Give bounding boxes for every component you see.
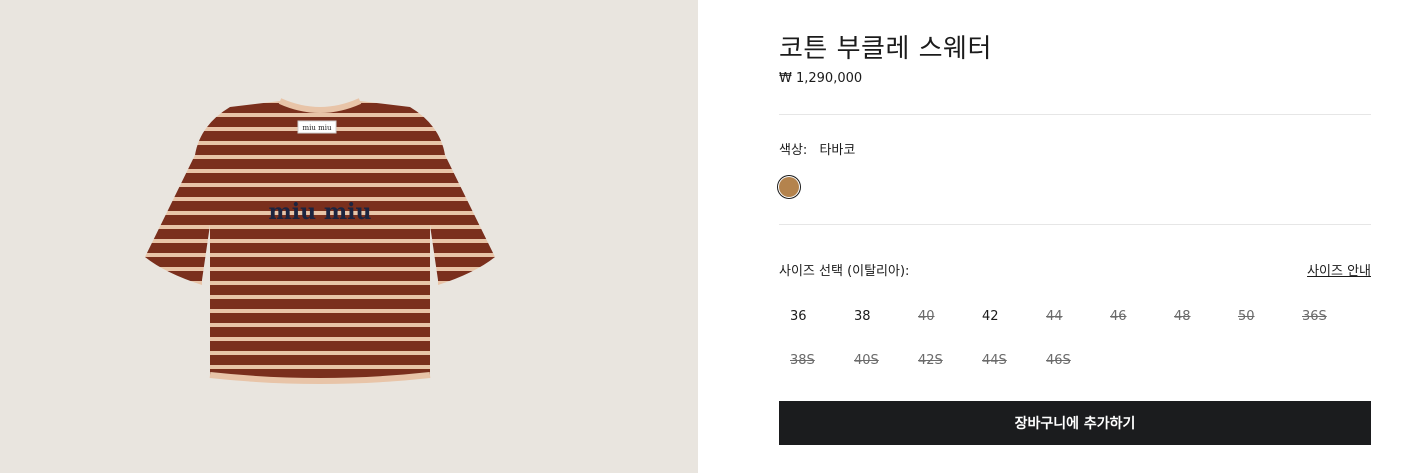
size-option[interactable]: 44S (971, 350, 1035, 372)
size-option[interactable]: 42S (907, 350, 971, 372)
size-option[interactable]: 36S (1291, 306, 1355, 328)
size-option[interactable]: 50 (1227, 306, 1291, 328)
color-row: 색상: 타바코 (779, 139, 855, 158)
size-option[interactable]: 42 (971, 306, 1035, 328)
size-option[interactable]: 36 (779, 306, 843, 328)
size-option[interactable]: 40S (843, 350, 907, 372)
chest-logo: miu miu (269, 199, 372, 225)
size-option[interactable]: 46 (1099, 306, 1163, 328)
size-option[interactable]: 46S (1035, 350, 1099, 372)
product-details: 코튼 부클레 스웨터 ₩ 1,290,000 색상: 타바코 사이즈 선택 (이… (779, 0, 1371, 473)
color-value: 타바코 (819, 143, 856, 158)
size-option[interactable]: 38S (779, 350, 843, 372)
divider (779, 114, 1371, 115)
label-logo: miu miu (303, 124, 332, 132)
size-select-label: 사이즈 선택 (이탈리아): (779, 264, 910, 279)
divider (779, 224, 1371, 225)
color-label: 색상: (779, 143, 808, 158)
size-guide-link[interactable]: 사이즈 안내 (1307, 260, 1371, 279)
size-option[interactable]: 38 (843, 306, 907, 328)
size-option[interactable]: 44 (1035, 306, 1099, 328)
size-option[interactable]: 40 (907, 306, 971, 328)
product-image-panel: miu miu miu miu (0, 0, 698, 473)
add-to-cart-button[interactable]: 장바구니에 추가하기 (779, 401, 1371, 445)
size-options: 36 38 40 42 44 46 48 50 36S 38S 40S 42S … (779, 306, 1371, 372)
product-title: 코튼 부클레 스웨터 (779, 34, 992, 64)
product-price: ₩ 1,290,000 (779, 71, 863, 86)
color-swatch-tobacco[interactable] (779, 177, 799, 197)
size-option[interactable]: 48 (1163, 306, 1227, 328)
product-image[interactable]: miu miu miu miu (140, 95, 500, 395)
